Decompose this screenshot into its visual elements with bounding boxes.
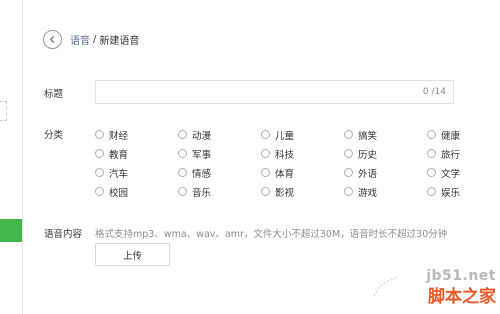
category-option[interactable]: 健康 [427, 125, 500, 144]
radio-button[interactable] [95, 187, 104, 196]
breadcrumb-separator: / [93, 33, 97, 45]
category-option[interactable]: 旅行 [427, 144, 500, 163]
category-option-label: 影视 [275, 187, 295, 199]
title-field[interactable]: 0 /14 [95, 80, 454, 104]
category-option-label: 科技 [275, 149, 295, 161]
left-sidebar-strip [0, 0, 23, 314]
category-option[interactable]: 历史 [344, 144, 427, 163]
radio-button[interactable] [427, 130, 436, 139]
category-option[interactable]: 校园 [95, 182, 178, 201]
radio-button[interactable] [178, 187, 187, 196]
category-option-label: 儿童 [275, 130, 295, 142]
radio-button[interactable] [261, 130, 270, 139]
chevron-left-icon [49, 35, 55, 43]
category-option[interactable]: 汽车 [95, 163, 178, 182]
radio-button[interactable] [427, 149, 436, 158]
category-option[interactable]: 情感 [178, 163, 261, 182]
watermark-text: 脚本之家 [428, 287, 496, 307]
category-option[interactable]: 儿童 [261, 125, 344, 144]
radio-button[interactable] [344, 130, 353, 139]
category-option[interactable]: 教育 [95, 144, 178, 163]
category-option[interactable]: 搞笑 [344, 125, 427, 144]
format-hint: 格式支持mp3、wma、wav、amr，文件大小不超过30M，语音时长不超过30… [95, 229, 448, 240]
category-option-label: 校园 [109, 187, 129, 199]
breadcrumb: 语音 / 新建语音 [43, 29, 139, 49]
category-option-label: 军事 [192, 149, 212, 161]
category-option[interactable]: 影视 [261, 182, 344, 201]
title-label: 标题 [44, 89, 64, 100]
category-option-label: 健康 [441, 130, 461, 142]
category-label: 分类 [44, 130, 64, 141]
radio-button[interactable] [261, 187, 270, 196]
category-option[interactable]: 游戏 [344, 182, 427, 201]
radio-button[interactable] [95, 149, 104, 158]
radio-button[interactable] [344, 168, 353, 177]
category-option-label: 音乐 [192, 187, 212, 199]
voice-content-label: 语音内容 [44, 229, 83, 240]
category-option-label: 教育 [109, 149, 129, 161]
category-option[interactable]: 音乐 [178, 182, 261, 201]
back-button[interactable] [43, 29, 62, 49]
radio-button[interactable] [178, 130, 187, 139]
watermark: jb51.net 脚本之家 [373, 268, 496, 307]
radio-button[interactable] [344, 149, 353, 158]
sidebar-active-item[interactable] [0, 219, 22, 242]
radio-button[interactable] [427, 187, 436, 196]
title-char-counter: 0 /14 [422, 87, 446, 97]
category-option[interactable]: 财经 [95, 125, 178, 144]
radio-button[interactable] [178, 168, 187, 177]
category-option[interactable]: 娱乐 [427, 182, 500, 201]
category-option-label: 娱乐 [441, 187, 461, 199]
category-option[interactable]: 军事 [178, 144, 261, 163]
title-input[interactable] [96, 81, 453, 103]
category-option-label: 旅行 [441, 149, 461, 161]
category-option-label: 情感 [192, 168, 212, 180]
sidebar-dashed-item[interactable] [0, 101, 7, 121]
category-option-label: 财经 [109, 130, 129, 142]
radio-button[interactable] [427, 168, 436, 177]
category-option-label: 外语 [358, 168, 378, 180]
category-option-label: 游戏 [358, 187, 378, 199]
radio-button[interactable] [178, 149, 187, 158]
category-option[interactable]: 体育 [261, 163, 344, 182]
breadcrumb-voice-link[interactable]: 语音 [70, 32, 90, 47]
radio-button[interactable] [344, 187, 353, 196]
category-option-label: 文学 [441, 168, 461, 180]
category-option[interactable]: 科技 [261, 144, 344, 163]
category-option[interactable]: 外语 [344, 163, 427, 182]
category-option[interactable]: 动漫 [178, 125, 261, 144]
category-option-label: 体育 [275, 168, 295, 180]
category-option[interactable]: 文学 [427, 163, 500, 182]
category-option-label: 历史 [358, 149, 378, 161]
radio-button[interactable] [261, 168, 270, 177]
watermark-logo-icon [373, 277, 397, 297]
radio-button[interactable] [95, 168, 104, 177]
breadcrumb-current: 新建语音 [99, 35, 140, 47]
radio-button[interactable] [95, 130, 104, 139]
category-option-label: 汽车 [109, 168, 129, 180]
category-option-label: 动漫 [192, 130, 212, 142]
category-radio-group: 财经 动漫 儿童 搞笑 健康教育 军事 科技 历史 旅行汽车 情感 体育 外语 文学校园 音乐 影视 游戏 娱乐 [95, 125, 500, 201]
category-option-label: 搞笑 [358, 130, 378, 142]
radio-button[interactable] [261, 149, 270, 158]
upload-button[interactable]: 上传 [95, 243, 170, 266]
